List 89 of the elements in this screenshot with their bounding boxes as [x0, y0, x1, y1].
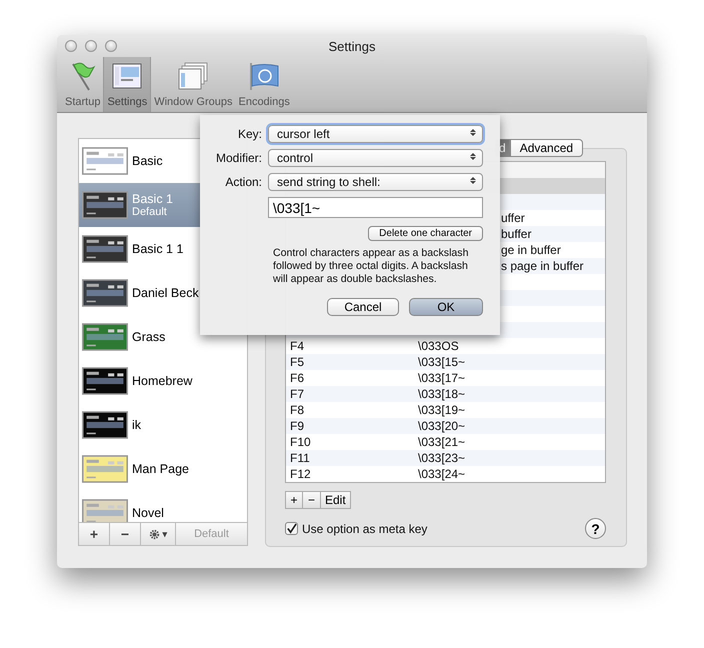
- remove-button[interactable]: −: [110, 523, 141, 545]
- window-title: Settings: [328, 38, 376, 54]
- profile-name: Homebrew: [132, 374, 192, 388]
- table-cell: F6: [290, 371, 304, 385]
- edit-button[interactable]: Edit: [321, 491, 351, 509]
- profile-name: Basic 1 1: [132, 242, 184, 256]
- checkmark-icon: [286, 523, 297, 534]
- terminal-preview-icon: [82, 147, 128, 175]
- gear-menu-button[interactable]: ▾: [141, 523, 176, 545]
- terminal-preview-icon: [82, 323, 128, 351]
- profile-item[interactable]: Novel: [79, 491, 200, 522]
- field-label: Action:: [224, 175, 262, 189]
- profile-item[interactable]: Homebrew: [79, 359, 200, 403]
- terminal-preview-icon: [82, 411, 128, 439]
- toolbar-item[interactable]: Startup: [62, 57, 104, 112]
- field-label: Key:: [236, 127, 262, 141]
- action-popup[interactable]: send string to shell:: [268, 173, 483, 191]
- add-button[interactable]: +: [79, 523, 110, 545]
- string-input-field[interactable]: \033[1~: [268, 197, 483, 218]
- table-cell: \033[24~: [418, 467, 466, 481]
- table-row[interactable]: F9 \033[20~: [286, 418, 605, 434]
- close-button[interactable]: [65, 40, 77, 52]
- cancel-button[interactable]: Cancel: [327, 298, 399, 316]
- table-cell: \033[15~: [418, 355, 466, 369]
- checkbox[interactable]: [285, 522, 298, 535]
- table-cell: F4: [290, 339, 304, 353]
- table-cell: \033[18~: [418, 387, 466, 401]
- table-cell: \033[23~: [418, 451, 466, 465]
- table-cell: F9: [290, 419, 304, 433]
- terminal-preview-icon: [82, 367, 128, 395]
- minimize-button[interactable]: [85, 40, 97, 52]
- help-button[interactable]: ?: [585, 518, 606, 539]
- profile-name: Basic 1: [132, 192, 173, 206]
- profile-item[interactable]: Man Page: [79, 447, 200, 491]
- table-row[interactable]: F5 \033[15~: [286, 354, 605, 370]
- terminal-preview-icon: [82, 191, 128, 219]
- default-label: Default: [132, 206, 168, 218]
- toolbar-item[interactable]: Settings: [103, 57, 152, 112]
- terminal-preview-icon: [82, 235, 128, 263]
- ok-button[interactable]: OK: [409, 298, 483, 316]
- profile-item[interactable]: Grass: [79, 315, 200, 359]
- table-cell: F5: [290, 355, 304, 369]
- gear-icon: [148, 528, 160, 540]
- table-row[interactable]: F7 \033[18~: [286, 386, 605, 402]
- zoom-button[interactable]: [105, 40, 117, 52]
- table-cell: F12: [290, 467, 311, 481]
- key-popup[interactable]: cursor left: [268, 125, 483, 143]
- profile-item[interactable]: Basic: [79, 139, 200, 183]
- table-cell: F8: [290, 403, 304, 417]
- table-cell: uffer: [501, 211, 525, 225]
- profile-name: Grass: [132, 330, 166, 344]
- profile-name: Novel: [132, 506, 164, 520]
- table-cell: \033OS: [418, 339, 459, 353]
- tab[interactable]: Advanced: [510, 139, 584, 157]
- table-row[interactable]: F8 \033[19~: [286, 402, 605, 418]
- profile-name: Man Page: [132, 462, 189, 476]
- table-cell: F11: [290, 451, 310, 465]
- table-cell: buffer: [501, 227, 532, 241]
- table-row[interactable]: F12 \033[24~: [286, 466, 605, 482]
- terminal-preview-icon: [82, 279, 128, 307]
- profile-name: Basic: [132, 154, 163, 168]
- table-cell: s page in buffer: [501, 259, 584, 273]
- terminal-preview-icon: [82, 455, 128, 483]
- add-button[interactable]: +: [285, 491, 303, 509]
- toolbar-item[interactable]: Encodings: [235, 57, 293, 112]
- table-cell: \033[21~: [418, 435, 466, 449]
- field-label: Modifier:: [214, 151, 262, 165]
- toolbar-item[interactable]: Window Groups: [151, 57, 236, 112]
- modifier-popup[interactable]: control: [268, 149, 483, 167]
- profile-item[interactable]: ik: [79, 403, 200, 447]
- help-text: Control characters appear as a backslash followed by three octal digits. A backslash will appear as double backslashes.: [273, 247, 470, 286]
- table-row[interactable]: F10 \033[21~: [286, 434, 605, 450]
- remove-button[interactable]: −: [303, 491, 321, 509]
- table-cell: F7: [290, 387, 304, 401]
- profile-item[interactable]: Daniel Beck: [79, 271, 200, 315]
- delete-character-button[interactable]: Delete one character: [368, 226, 483, 241]
- profile-name: Daniel Beck: [132, 286, 199, 300]
- terminal-preview-icon: [82, 499, 128, 522]
- table-row[interactable]: F4 \033OS: [286, 338, 605, 354]
- table-cell: \033[17~: [418, 371, 466, 385]
- windows-icon: [177, 60, 210, 92]
- table-cell: \033[19~: [418, 403, 466, 417]
- profile-name: ik: [132, 418, 142, 432]
- table-cell: F10: [290, 435, 311, 449]
- profile-item[interactable]: Basic 1 1: [79, 227, 200, 271]
- table-cell: \033[20~: [418, 419, 466, 433]
- flag-icon: [248, 60, 280, 92]
- table-row[interactable]: F11 \033[23~: [286, 450, 605, 466]
- table-row[interactable]: F6 \033[17~: [286, 370, 605, 386]
